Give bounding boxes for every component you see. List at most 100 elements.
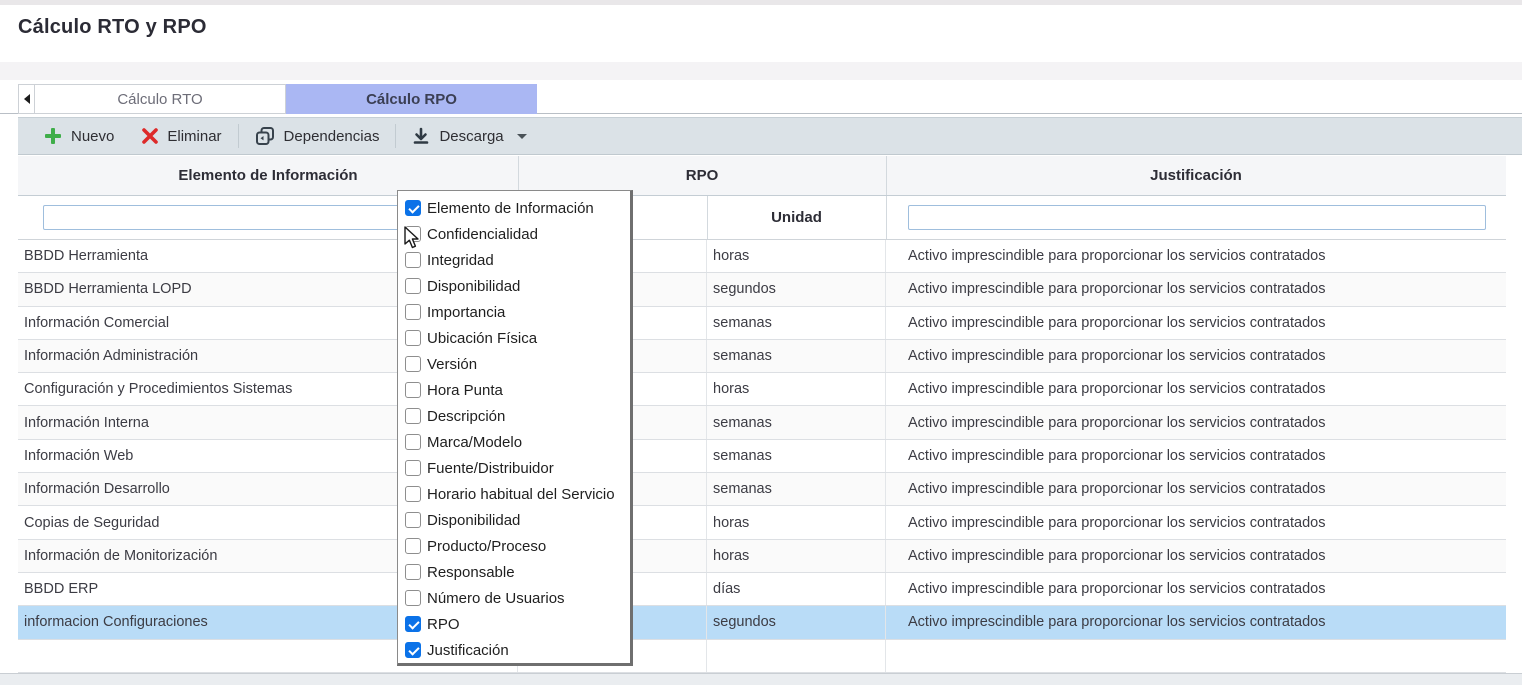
cell-justificacion: Activo imprescindible para proporcionar … [886, 440, 1506, 472]
column-menu-item-label: Producto/Proceso [427, 538, 546, 555]
column-menu-item[interactable]: Hora Punta [398, 377, 630, 403]
table-row[interactable]: BBDD Herramienta horas Activo imprescind… [18, 240, 1506, 273]
column-menu-item[interactable]: Número de Usuarios [398, 585, 630, 611]
column-menu-item[interactable]: Responsable [398, 559, 630, 585]
column-header-justificacion[interactable]: Justificación [886, 156, 1506, 195]
column-checkbox[interactable] [405, 512, 421, 528]
cell-unidad: segundos [707, 273, 886, 305]
column-menu-item-label: Marca/Modelo [427, 434, 522, 451]
cell-justificacion: Activo imprescindible para proporcionar … [886, 506, 1506, 538]
tab-scroll-left-button[interactable] [18, 84, 35, 114]
dependencias-button[interactable]: Dependencias [241, 126, 394, 146]
rpo-table: Elemento de Información RPO Justificació… [18, 156, 1506, 673]
column-checkbox[interactable] [405, 538, 421, 554]
table-row[interactable]: Información Web semanas Activo imprescin… [18, 440, 1506, 473]
nuevo-label: Nuevo [71, 128, 114, 145]
column-menu-item-label: Responsable [427, 564, 515, 581]
column-checkbox[interactable] [405, 642, 421, 658]
bottom-strip [0, 673, 1522, 685]
tab-strip: Cálculo RTO Cálculo RPO [0, 80, 1522, 114]
column-checkbox[interactable] [405, 616, 421, 632]
column-checkbox[interactable] [405, 460, 421, 476]
column-menu-item-label: Elemento de Información [427, 200, 594, 217]
column-menu-item[interactable]: Marca/Modelo [398, 429, 630, 455]
column-menu-item-label: Importancia [427, 304, 505, 321]
column-menu-item[interactable]: Versión [398, 351, 630, 377]
download-icon [412, 127, 430, 145]
column-menu-item-label: RPO [427, 616, 460, 633]
cell-unidad: horas [707, 540, 886, 572]
column-checkbox[interactable] [405, 486, 421, 502]
cell-justificacion: Activo imprescindible para proporcionar … [886, 307, 1506, 339]
table-row[interactable]: Copias de Seguridad horas Activo impresc… [18, 506, 1506, 539]
column-menu-item[interactable]: Disponibilidad [398, 507, 630, 533]
table-row[interactable]: Información Desarrollo semanas Activo im… [18, 473, 1506, 506]
column-menu-item[interactable]: RPO [398, 611, 630, 637]
table-row[interactable]: BBDD ERP días Activo imprescindible para… [18, 573, 1506, 606]
column-menu-item-label: Justificación [427, 642, 509, 659]
column-menu-item[interactable]: Confidencialidad [398, 221, 630, 247]
cell-unidad: horas [707, 240, 886, 272]
cell-unidad: días [707, 573, 886, 605]
table-row[interactable]: Información Interna semanas Activo impre… [18, 406, 1506, 439]
table-row[interactable]: Información Administración semanas Activ… [18, 340, 1506, 373]
cell-justificacion: Activo imprescindible para proporcionar … [886, 606, 1506, 638]
column-checkbox[interactable] [405, 252, 421, 268]
column-checkbox[interactable] [405, 278, 421, 294]
column-menu-item[interactable]: Justificación [398, 637, 630, 663]
tab-label: Cálculo RPO [366, 91, 457, 108]
column-menu-item[interactable]: Producto/Proceso [398, 533, 630, 559]
column-checkbox[interactable] [405, 590, 421, 606]
tab-calculo-rpo[interactable]: Cálculo RPO [286, 84, 537, 114]
column-checkbox[interactable] [405, 200, 421, 216]
x-mark-icon [142, 128, 158, 144]
cell-justificacion: Activo imprescindible para proporcionar … [886, 573, 1506, 605]
table-row[interactable]: Configuración y Procedimientos Sistemas … [18, 373, 1506, 406]
table-row[interactable]: BBDD Herramienta LOPD segundos Activo im… [18, 273, 1506, 306]
column-menu-item[interactable]: Fuente/Distribuidor [398, 455, 630, 481]
column-menu-item[interactable]: Horario habitual del Servicio [398, 481, 630, 507]
filter-justificacion-input[interactable] [908, 205, 1486, 230]
eliminar-button[interactable]: Eliminar [128, 128, 235, 145]
cell-justificacion: Activo imprescindible para proporcionar … [886, 473, 1506, 505]
column-checkbox[interactable] [405, 382, 421, 398]
column-checkbox[interactable] [405, 434, 421, 450]
column-menu-item-label: Versión [427, 356, 477, 373]
column-menu-item[interactable]: Disponibilidad [398, 273, 630, 299]
column-divider [886, 156, 887, 195]
column-menu-item-label: Disponibilidad [427, 512, 520, 529]
eliminar-label: Eliminar [167, 128, 221, 145]
column-menu-item[interactable]: Ubicación Física [398, 325, 630, 351]
column-checkbox[interactable] [405, 226, 421, 242]
column-menu-item[interactable]: Integridad [398, 247, 630, 273]
cell-unidad: semanas [707, 440, 886, 472]
cell-justificacion: Activo imprescindible para proporcionar … [886, 273, 1506, 305]
column-menu-item-label: Integridad [427, 252, 494, 269]
column-checkbox[interactable] [405, 330, 421, 346]
page-title: Cálculo RTO y RPO [18, 16, 207, 39]
empty-row [18, 640, 1506, 673]
subcolumn-header-unidad[interactable]: Unidad [707, 196, 886, 239]
column-menu-item[interactable]: Importancia [398, 299, 630, 325]
table-row[interactable]: Información de Monitorización horas Acti… [18, 540, 1506, 573]
column-menu-item-label: Horario habitual del Servicio [427, 486, 615, 503]
cell-unidad: horas [707, 506, 886, 538]
arrow-left-icon [24, 94, 30, 104]
toolbar-separator [395, 124, 396, 148]
tab-label: Cálculo RTO [117, 91, 202, 108]
table-row[interactable]: informacion Configuraciones segundos Act… [18, 606, 1506, 639]
table-row[interactable]: Información Comercial semanas Activo imp… [18, 307, 1506, 340]
nuevo-button[interactable]: Nuevo [30, 127, 128, 145]
column-checkbox[interactable] [405, 356, 421, 372]
column-menu-item[interactable]: Elemento de Información [398, 195, 630, 221]
column-checkbox[interactable] [405, 564, 421, 580]
table-header-row: Elemento de Información RPO Justificació… [18, 156, 1506, 196]
cell-justificacion: Activo imprescindible para proporcionar … [886, 373, 1506, 405]
column-checkbox[interactable] [405, 408, 421, 424]
column-menu-item-label: Hora Punta [427, 382, 503, 399]
column-menu-item[interactable]: Descripción [398, 403, 630, 429]
column-checkbox[interactable] [405, 304, 421, 320]
descarga-button[interactable]: Descarga [398, 127, 540, 145]
toolbar-separator [238, 124, 239, 148]
tab-calculo-rto[interactable]: Cálculo RTO [34, 84, 286, 114]
